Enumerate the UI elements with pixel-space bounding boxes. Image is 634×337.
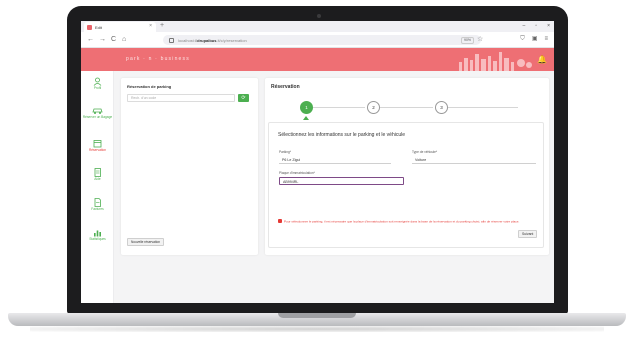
reload-button[interactable]: C — [111, 35, 116, 44]
sidebar-item-label: Factures — [91, 207, 104, 211]
search-button[interactable]: ⟳ — [238, 94, 249, 102]
sidebar-item-reserver[interactable]: Réserver un Bagage — [81, 106, 114, 120]
active-step-caret — [303, 116, 309, 120]
warning-text: Pour sélectionner le parking, il est néc… — [284, 219, 520, 224]
step-1[interactable]: 1 — [300, 101, 313, 114]
sidebar-item-label: Statistiques — [89, 237, 106, 241]
parking-search-panel: Réservation de parking Rech. d'un code ⟳… — [121, 78, 258, 255]
page-title: Réservation — [271, 84, 300, 90]
reservation-form: Sélectionnez les informations sur le par… — [268, 122, 544, 248]
back-button[interactable]: ← — [87, 35, 94, 44]
sidebar-item-factures[interactable]: Factures — [81, 198, 114, 212]
reservation-panel: Réservation 1 2 3 Sélectionnez les infor… — [265, 78, 549, 255]
menu-icon[interactable]: ≡ — [544, 35, 548, 44]
favicon-icon — [87, 24, 92, 30]
tab-title: Edit — [95, 24, 102, 30]
toolbar-right: ⛉ ▣ ≡ — [520, 35, 548, 44]
bell-icon[interactable]: 🔔 — [537, 55, 547, 64]
stepper-connector — [448, 107, 518, 108]
warning-icon — [278, 219, 282, 223]
step-3[interactable]: 3 — [435, 101, 448, 114]
new-tab-button[interactable]: + — [160, 22, 164, 30]
parking-select[interactable]: P6 Le Zigui — [279, 156, 391, 164]
sidebar-item-reservation[interactable]: Réservation — [81, 139, 114, 153]
sidebar-item-label: Réserver un Bagage — [82, 115, 113, 119]
browser-tab-bar: Edit × + – ▫ × — [81, 21, 554, 32]
shield-icon[interactable]: ⛉ — [520, 35, 525, 44]
search-input[interactable]: Rech. d'un code — [127, 94, 235, 102]
sidebar: Profil Réserver un Bagage Réservation Ai… — [81, 71, 114, 303]
zoom-badge[interactable]: 90% — [461, 37, 475, 44]
stepper-connector — [313, 107, 365, 108]
laptop-shadow — [30, 326, 604, 332]
step-2[interactable]: 2 — [367, 101, 380, 114]
url-text: localhost:8drupalbus.lt/c/y/reservation — [178, 37, 247, 43]
sidebar-item-profil[interactable]: Profil — [81, 77, 114, 91]
panel-title: Réservation de parking — [127, 84, 172, 89]
minimize-button[interactable]: – — [523, 23, 526, 29]
vehicle-type-select[interactable]: Voiture — [412, 156, 536, 164]
document-icon — [94, 168, 101, 177]
user-icon — [93, 77, 102, 86]
app-header: park · n · business 🔔 — [81, 48, 554, 71]
new-reservation-button[interactable]: Nouvelle réservation — [127, 238, 165, 246]
lock-icon — [169, 37, 174, 43]
stepper-connector — [380, 107, 433, 108]
brand-logo[interactable]: park · n · business — [126, 56, 190, 62]
forward-button[interactable]: → — [99, 35, 106, 44]
screen: Edit × + – ▫ × ← → C ⌂ localhost:8drupal… — [81, 21, 554, 303]
maximize-button[interactable]: ▫ — [535, 23, 537, 29]
camera-dot — [317, 14, 321, 18]
sidebar-item-label: Réservation — [88, 148, 106, 152]
extensions-icon[interactable]: ▣ — [532, 35, 538, 44]
home-button[interactable]: ⌂ — [122, 35, 126, 44]
vehicle-type-label: Type de véhicule* — [412, 150, 438, 154]
laptop-notch — [278, 313, 356, 318]
form-title: Sélectionnez les informations sur le par… — [278, 132, 406, 138]
chart-icon — [94, 230, 101, 237]
plate-input[interactable]: AB994RL — [279, 177, 404, 185]
sidebar-item-label: Profil — [93, 86, 102, 90]
parking-label: Parking* — [279, 150, 292, 154]
city-skyline-decoration — [459, 52, 532, 71]
browser-nav-bar: ← → C ⌂ localhost:8drupalbus.lt/c/y/rese… — [81, 32, 554, 48]
bookmark-star-icon[interactable]: ☆ — [477, 35, 483, 44]
window-controls: – ▫ × — [523, 23, 550, 29]
next-button[interactable]: Suivant — [518, 230, 538, 238]
browser-tab[interactable]: Edit × — [84, 22, 156, 32]
warning-message: Pour sélectionner le parking, il est néc… — [278, 219, 519, 224]
sidebar-item-statistiques[interactable]: Statistiques — [81, 228, 114, 242]
url-bar[interactable]: localhost:8drupalbus.lt/c/y/reservation — [163, 35, 481, 45]
tab-close-icon[interactable]: × — [149, 24, 152, 29]
sidebar-item-label: Aide — [94, 177, 101, 181]
laptop-frame: Edit × + – ▫ × ← → C ⌂ localhost:8drupal… — [0, 0, 634, 337]
calendar-icon — [93, 140, 102, 148]
close-window-button[interactable]: × — [547, 23, 550, 29]
invoice-icon — [94, 198, 101, 207]
sidebar-item-aide[interactable]: Aide — [81, 168, 114, 182]
plate-label: Plaque d'immatriculation* — [279, 171, 315, 175]
car-icon — [92, 108, 103, 114]
